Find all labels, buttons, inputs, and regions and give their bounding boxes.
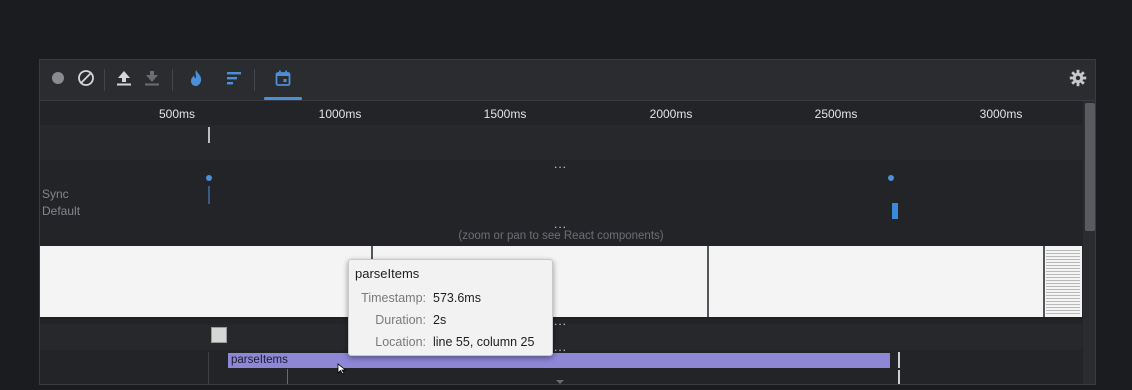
track-resize-handle[interactable]: ... — [554, 158, 567, 170]
frame-line — [898, 352, 900, 368]
record-icon — [51, 71, 65, 90]
event-dot[interactable] — [888, 175, 894, 181]
download-icon — [144, 70, 160, 91]
tooltip-value: 573.6ms — [433, 291, 481, 305]
tooltip-key: Location: — [375, 335, 426, 349]
frame-line — [898, 370, 900, 384]
ruler-tick: 1000ms — [318, 107, 362, 121]
network-track — [40, 125, 1082, 160]
event-tooltip: parseItems Timestamp: 573.6ms Duration: … — [348, 259, 553, 356]
scrollbar-thumb[interactable] — [1085, 103, 1095, 231]
toolbar-separator — [104, 69, 105, 91]
time-ruler: 500ms 1000ms 1500ms 2000ms 2500ms 3000ms — [40, 101, 1082, 125]
toolbar-separator — [254, 69, 255, 91]
save-profile-button[interactable] — [142, 70, 162, 90]
frame-line — [287, 369, 288, 384]
active-tab-indicator — [264, 97, 302, 100]
snapshot-thumbnail — [1046, 248, 1080, 314]
tooltip-row-duration: Duration: 2s — [349, 313, 552, 331]
tooltip-key: Duration: — [375, 313, 426, 327]
ruler-tick: 500ms — [158, 107, 196, 121]
flamechart-bar-parseitems[interactable]: parseItems — [228, 353, 890, 368]
load-profile-button[interactable] — [114, 70, 134, 90]
network-marker — [208, 127, 210, 143]
tooltip-key: Timestamp: — [361, 291, 426, 305]
track-resize-handle[interactable]: ... — [554, 315, 567, 327]
profiler-toolbar — [40, 60, 1095, 101]
tooltip-value: 2s — [433, 313, 447, 327]
event-dot[interactable] — [206, 175, 212, 181]
timeline-tab[interactable] — [273, 70, 293, 90]
lane-label-default: Default — [42, 204, 81, 218]
track-resize-handle[interactable]: ... — [554, 341, 567, 353]
scheduling-track: Sync Default — [40, 170, 1082, 220]
lane-label-sync: Sync — [42, 187, 69, 201]
mouse-cursor-icon — [337, 362, 347, 380]
ruler-tick: 3000ms — [979, 107, 1023, 121]
default-work-marker[interactable] — [892, 203, 898, 219]
tooltip-value: line 55, column 25 — [433, 335, 535, 349]
settings-gear-icon — [1069, 69, 1087, 92]
screenshots-strip[interactable] — [40, 246, 1082, 317]
ruler-tick: 1500ms — [483, 107, 527, 121]
vertical-scrollbar[interactable] — [1083, 101, 1095, 384]
sync-work-marker — [208, 186, 210, 204]
flamegraph-tab[interactable] — [186, 69, 206, 92]
components-hint: (zoom or pan to see React components) — [458, 230, 664, 242]
toolbar-separator — [172, 69, 173, 91]
ruler-tick: 2000ms — [649, 107, 693, 121]
tooltip-row-location: Location: line 55, column 25 — [349, 335, 552, 353]
profiler-panel: 500ms 1000ms 1500ms 2000ms 2500ms 3000ms… — [39, 59, 1096, 385]
upload-icon — [116, 70, 132, 91]
ruler-tick: 2500ms — [814, 107, 858, 121]
settings-button[interactable] — [1068, 69, 1088, 92]
suspense-block[interactable] — [211, 327, 227, 343]
flame-icon — [188, 69, 204, 92]
scroll-down-indicator — [556, 380, 564, 384]
ranked-chart-tab[interactable] — [224, 70, 244, 90]
ranked-icon — [226, 71, 242, 90]
frame-line — [208, 352, 209, 384]
record-button[interactable] — [48, 70, 68, 90]
timeline-calendar-icon — [275, 70, 291, 91]
clear-icon — [77, 69, 95, 92]
tooltip-title: parseItems — [355, 266, 420, 281]
clear-button[interactable] — [76, 69, 96, 92]
tooltip-row-timestamp: Timestamp: 573.6ms — [349, 291, 552, 309]
snapshot-divider — [1043, 246, 1045, 317]
snapshot-divider — [707, 246, 709, 317]
track-resize-handle[interactable]: ... — [554, 218, 567, 230]
